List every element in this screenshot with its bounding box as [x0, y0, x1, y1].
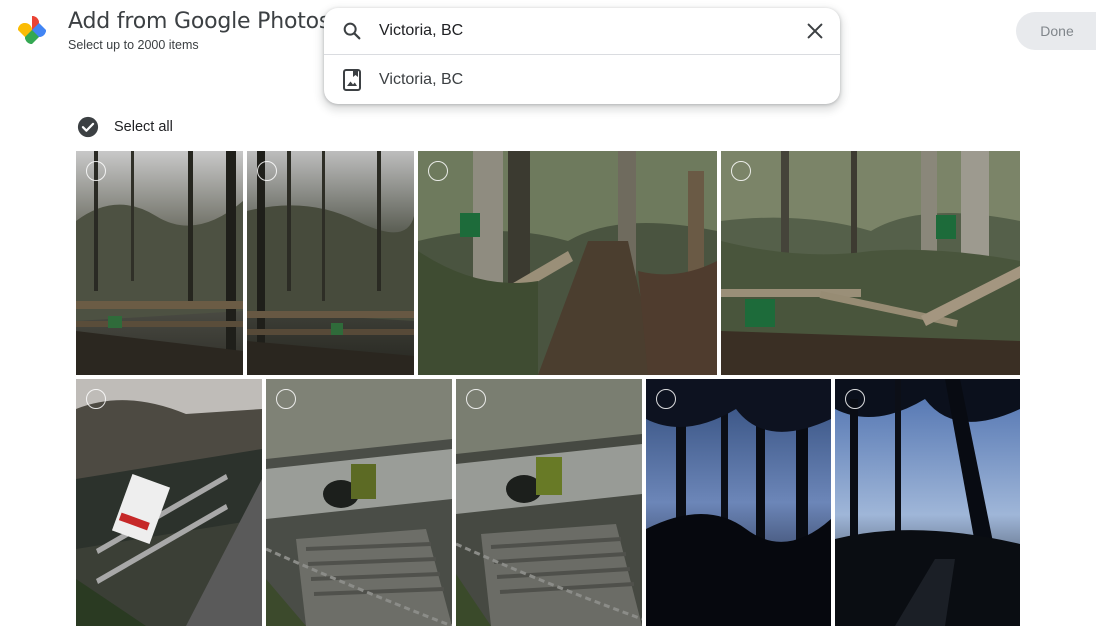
search-input[interactable]: [379, 18, 779, 44]
select-photo-checkbox[interactable]: [86, 161, 106, 181]
select-photo-checkbox[interactable]: [257, 161, 277, 181]
select-photo-checkbox[interactable]: [845, 389, 865, 409]
photo-tile[interactable]: [646, 379, 831, 626]
photo-concrete-steps-bridge: [266, 379, 452, 626]
photo-tile[interactable]: [721, 151, 1020, 375]
photo-tree-silhouettes-path: [835, 379, 1020, 626]
select-photo-checkbox[interactable]: [731, 161, 751, 181]
select-photo-checkbox[interactable]: [86, 389, 106, 409]
search-bar: [324, 8, 840, 55]
photo-tile[interactable]: [266, 379, 452, 626]
album-icon: [343, 69, 361, 91]
select-photo-checkbox[interactable]: [656, 389, 676, 409]
close-icon[interactable]: [804, 20, 826, 42]
search-icon[interactable]: [341, 20, 363, 42]
photo-tile[interactable]: [247, 151, 414, 375]
photo-tile[interactable]: [76, 379, 262, 626]
photo-tile[interactable]: [835, 379, 1020, 626]
google-photos-logo: [18, 16, 46, 44]
select-photo-checkbox[interactable]: [276, 389, 296, 409]
photo-concrete-steps-bridge: [456, 379, 642, 626]
select-photo-checkbox[interactable]: [466, 389, 486, 409]
search-panel: Victoria, BC: [324, 8, 840, 104]
photo-forest-fence-sign: [721, 151, 1020, 375]
page-title: Add from Google Photos: [68, 9, 331, 34]
done-button-label: Done: [1040, 23, 1074, 39]
select-all-toggle[interactable]: Select all: [77, 116, 173, 138]
select-all-label: Select all: [114, 119, 173, 135]
photo-stream-railing-sign: [76, 379, 262, 626]
photo-tile[interactable]: [418, 151, 717, 375]
page-subtitle: Select up to 2000 items: [68, 38, 199, 52]
search-suggestion[interactable]: Victoria, BC: [324, 56, 840, 104]
photo-forest-trail-fence: [76, 151, 243, 375]
photo-tree-silhouettes-night: [646, 379, 831, 626]
photo-tile[interactable]: [456, 379, 642, 626]
photo-forest-trail-fence: [247, 151, 414, 375]
select-photo-checkbox[interactable]: [428, 161, 448, 181]
done-button[interactable]: Done: [1016, 12, 1096, 50]
photo-tile[interactable]: [76, 151, 243, 375]
photo-forest-path-fence: [418, 151, 717, 375]
suggestion-label: Victoria, BC: [379, 71, 464, 88]
check-circle-icon: [77, 116, 99, 138]
